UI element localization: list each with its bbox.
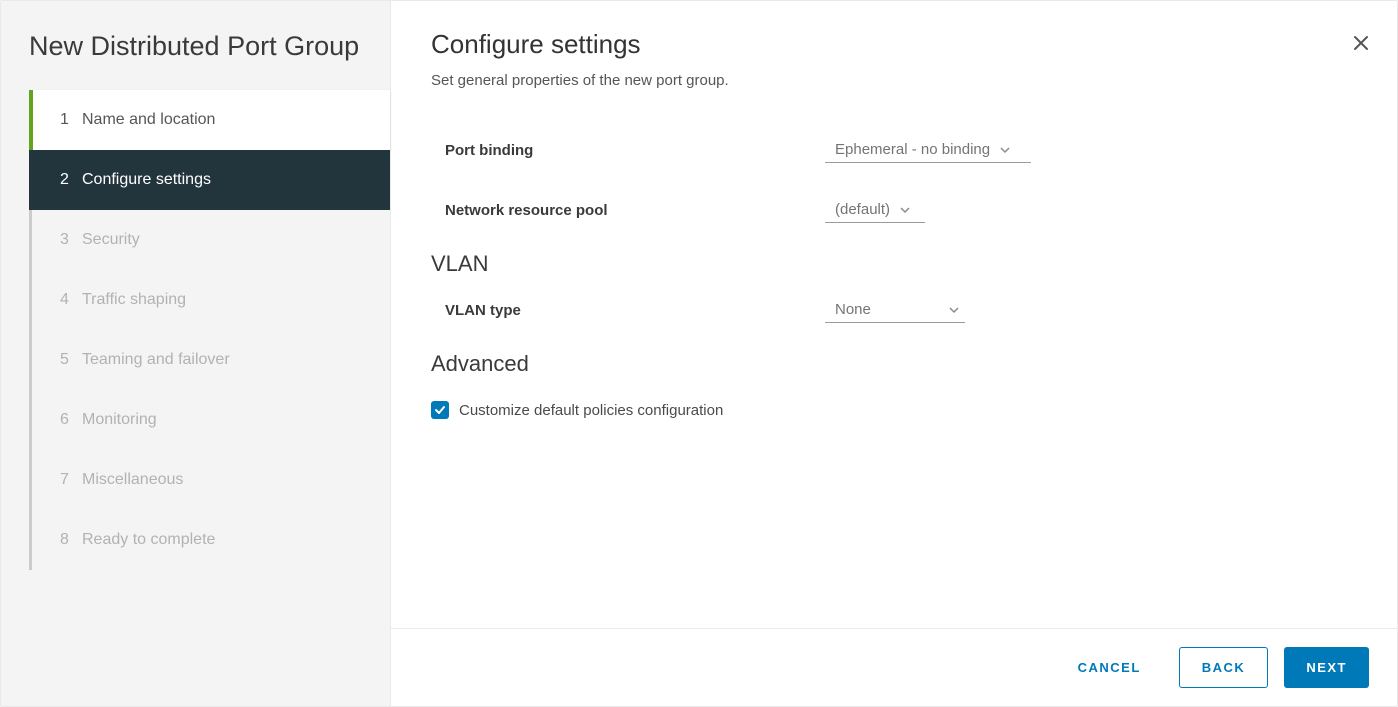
wizard-title: New Distributed Port Group: [1, 31, 390, 90]
heading-advanced: Advanced: [431, 351, 1357, 377]
select-value: Ephemeral - no binding: [835, 141, 990, 158]
step-teaming-and-failover: 5 Teaming and failover: [32, 330, 390, 390]
select-network-resource-pool[interactable]: (default): [825, 197, 925, 223]
select-vlan-type[interactable]: None: [825, 297, 965, 323]
select-port-binding[interactable]: Ephemeral - no binding: [825, 137, 1031, 163]
back-button[interactable]: BACK: [1179, 647, 1269, 688]
wizard-steps: 1 Name and location 2 Configure settings…: [29, 90, 390, 570]
step-miscellaneous: 7 Miscellaneous: [32, 450, 390, 510]
step-traffic-shaping: 4 Traffic shaping: [32, 270, 390, 330]
step-security: 3 Security: [32, 210, 390, 270]
step-label: Name and location: [82, 111, 215, 129]
step-number: 8: [60, 531, 82, 549]
step-name-and-location[interactable]: 1 Name and location: [32, 90, 390, 150]
row-network-resource-pool: Network resource pool (default): [431, 187, 1357, 247]
page-subtext: Set general properties of the new port g…: [431, 72, 1357, 89]
step-number: 6: [60, 411, 82, 429]
row-customize-policies: Customize default policies configuration: [431, 387, 1357, 419]
label-network-resource-pool: Network resource pool: [445, 202, 825, 219]
wizard-main: Configure settings Set general propertie…: [391, 1, 1397, 706]
label-port-binding: Port binding: [445, 142, 825, 159]
step-configure-settings[interactable]: 2 Configure settings: [32, 150, 390, 210]
close-icon: [1353, 31, 1369, 56]
chevron-down-icon: [949, 305, 959, 315]
step-label: Miscellaneous: [82, 471, 183, 489]
label-customize-policies: Customize default policies configuration: [459, 402, 723, 419]
page-header: Configure settings Set general propertie…: [391, 1, 1397, 107]
step-number: 2: [60, 171, 82, 189]
select-value: (default): [835, 201, 890, 218]
row-port-binding: Port binding Ephemeral - no binding: [431, 127, 1357, 187]
row-vlan-type: VLAN type None: [431, 287, 1357, 347]
step-number: 7: [60, 471, 82, 489]
heading-vlan: VLAN: [431, 251, 1357, 277]
cancel-button[interactable]: CANCEL: [1056, 647, 1163, 688]
close-button[interactable]: [1353, 33, 1369, 55]
step-label: Configure settings: [82, 171, 211, 189]
page-content: Port binding Ephemeral - no binding Netw…: [391, 107, 1397, 628]
wizard-footer: CANCEL BACK NEXT: [391, 628, 1397, 706]
step-label: Ready to complete: [82, 531, 215, 549]
step-ready-to-complete: 8 Ready to complete: [32, 510, 390, 570]
page-title: Configure settings: [431, 29, 1357, 60]
step-number: 3: [60, 231, 82, 249]
chevron-down-icon: [900, 205, 910, 215]
checkbox-customize-policies[interactable]: [431, 401, 449, 419]
select-value: None: [835, 301, 871, 318]
wizard-sidebar: New Distributed Port Group 1 Name and lo…: [1, 1, 391, 706]
step-number: 1: [60, 111, 82, 129]
step-label: Traffic shaping: [82, 291, 186, 309]
step-number: 4: [60, 291, 82, 309]
step-label: Monitoring: [82, 411, 157, 429]
wizard-dialog: New Distributed Port Group 1 Name and lo…: [0, 0, 1398, 707]
chevron-down-icon: [1000, 145, 1010, 155]
step-label: Teaming and failover: [82, 351, 230, 369]
step-label: Security: [82, 231, 140, 249]
check-icon: [434, 404, 446, 416]
step-number: 5: [60, 351, 82, 369]
step-monitoring: 6 Monitoring: [32, 390, 390, 450]
next-button[interactable]: NEXT: [1284, 647, 1369, 688]
label-vlan-type: VLAN type: [445, 302, 825, 319]
